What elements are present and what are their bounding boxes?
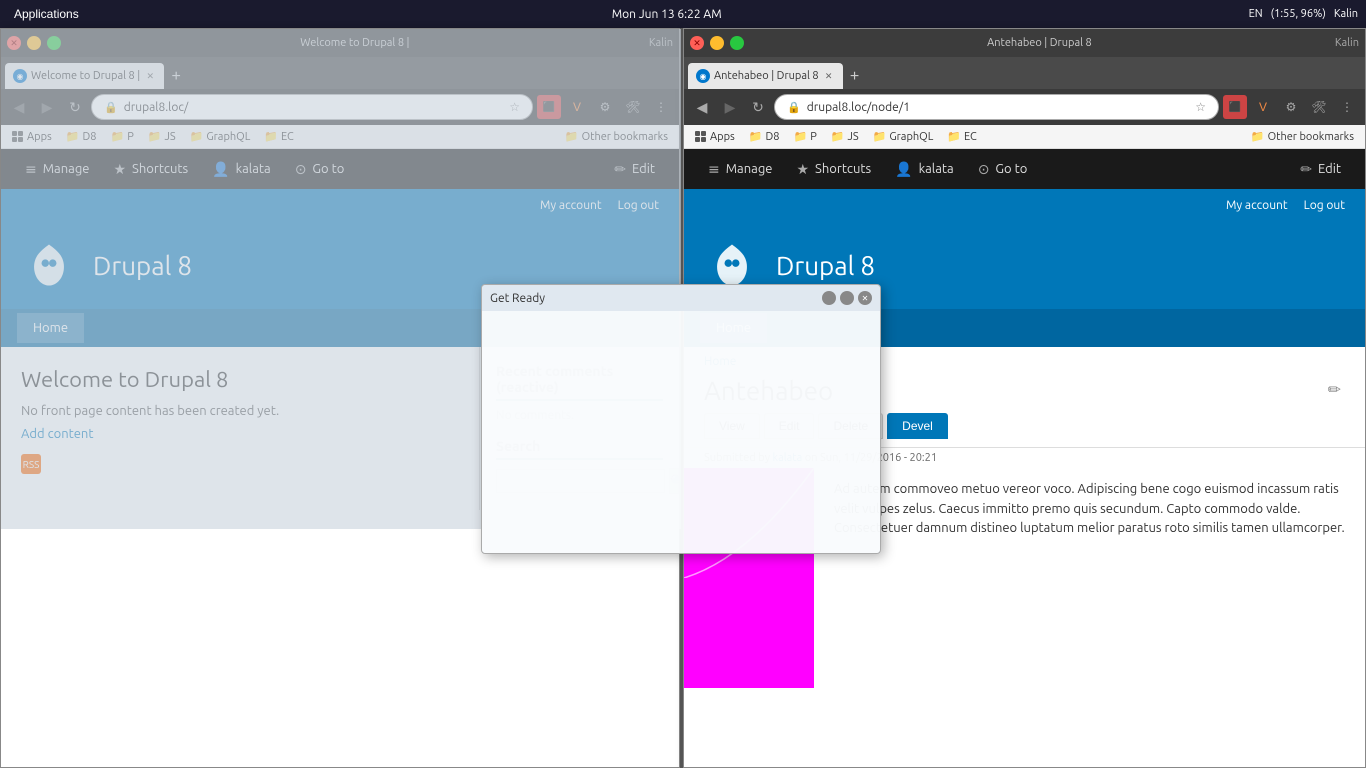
bookmark-star-right[interactable]: ☆: [1195, 100, 1206, 114]
battery-indicator: (1:55, 96%): [1271, 8, 1326, 20]
apps-grid-icon-right: [695, 131, 707, 143]
browser-window-left: ✕ Welcome to Drupal 8 | Kalin ◉ Welcome …: [0, 28, 680, 768]
admin-edit-right[interactable]: ✏ Edit: [1288, 149, 1353, 189]
window-title-right: Antehabeo | Drupal 8: [750, 37, 1329, 49]
modal-pin-button[interactable]: [822, 291, 836, 305]
node-body-paragraph: Ad autem commoveo metuo vereor voco. Adi…: [834, 480, 1345, 539]
bookmark-graphql-label-right: GraphQL: [889, 131, 933, 143]
address-input-right[interactable]: 🔒 drupal8.loc/node/1 ☆: [774, 94, 1219, 120]
admin-user-right[interactable]: 👤 kalata: [883, 149, 966, 189]
folder-icon-js-right: 📁: [831, 130, 845, 143]
keyboard-indicator: EN: [1249, 8, 1263, 20]
shortcuts-icon-right: ★: [796, 161, 809, 178]
admin-goto-label-right: Go to: [995, 162, 1027, 176]
address-bar-right: ◀ ▶ ↻ 🔒 drupal8.loc/node/1 ☆ ⬛ V ⚙ 🛠 ⋮: [684, 89, 1365, 125]
taskbar-left: Applications: [8, 5, 85, 23]
modal-body: [482, 311, 880, 553]
modal-close-button[interactable]: ✕: [858, 291, 872, 305]
settings-btn-right[interactable]: ⚙: [1279, 95, 1303, 119]
taskbar-clock: Mon Jun 13 6:22 AM: [612, 8, 722, 21]
bookmark-ec-right[interactable]: 📁 EC: [942, 128, 981, 145]
modal-title-text: Get Ready: [490, 292, 545, 305]
bookmark-other-right[interactable]: 📁 Other bookmarks: [1246, 128, 1359, 145]
taskbar-right: EN (1:55, 96%) Kalin: [1249, 8, 1358, 20]
tab-favicon-right: ◉: [696, 69, 710, 83]
admin-shortcuts-label-right: Shortcuts: [815, 162, 871, 176]
new-tab-button-right[interactable]: +: [843, 65, 867, 89]
admin-user-label-right: kalata: [919, 162, 954, 176]
folder-icon-p-right: 📁: [793, 130, 807, 143]
drupal-admin-bar-right: ≡ Manage ★ Shortcuts 👤 kalata ⊙ Go to ✏ …: [684, 149, 1365, 189]
devtools-btn-right[interactable]: 🛠: [1307, 95, 1331, 119]
admin-manage-label-right: Manage: [726, 162, 773, 176]
back-button-right[interactable]: ◀: [690, 95, 714, 119]
tab-close-right[interactable]: ✕: [823, 70, 835, 82]
tab-label-right: Antehabeo | Drupal 8: [714, 70, 819, 82]
forward-button-right[interactable]: ▶: [718, 95, 742, 119]
folder-icon-d8-right: 📁: [749, 130, 763, 143]
window-user-right: Kalin: [1335, 37, 1359, 49]
bookmark-js-label-right: JS: [847, 131, 858, 143]
admin-shortcuts-right[interactable]: ★ Shortcuts: [784, 149, 883, 189]
close-button-right[interactable]: ✕: [690, 36, 704, 50]
bookmark-apps-label-right: Apps: [710, 131, 735, 143]
chart-sq-4: [684, 635, 814, 688]
tab-bar-right: ◉ Antehabeo | Drupal 8 ✕ +: [684, 57, 1365, 89]
bookmark-other-label-right: Other bookmarks: [1268, 131, 1354, 143]
minimize-button-right[interactable]: [710, 36, 724, 50]
log-out-link-right[interactable]: Log out: [1296, 199, 1353, 212]
bookmark-p-label-right: P: [810, 131, 817, 143]
title-bar-right: ✕ Antehabeo | Drupal 8 Kalin: [684, 29, 1365, 57]
maximize-button-right[interactable]: [730, 36, 744, 50]
goto-icon-right: ⊙: [978, 161, 990, 178]
desktop: ✕ Welcome to Drupal 8 | Kalin ◉ Welcome …: [0, 28, 1366, 768]
modal-titlebar: Get Ready ✕: [482, 285, 880, 311]
site-name-right: Drupal 8: [776, 251, 875, 280]
admin-manage-right[interactable]: ≡ Manage: [696, 149, 784, 189]
datetime-label: Mon Jun 13 6:22 AM: [612, 8, 722, 21]
bookmark-graphql-right[interactable]: 📁 GraphQL: [868, 128, 939, 145]
vivaldi-btn-right[interactable]: V: [1251, 95, 1275, 119]
folder-icon-other-right: 📁: [1251, 130, 1265, 143]
extensions-btn-right[interactable]: ⬛: [1223, 95, 1247, 119]
reload-button-right[interactable]: ↻: [746, 95, 770, 119]
modal-controls: ✕: [822, 291, 872, 305]
more-btn-right[interactable]: ⋮: [1335, 95, 1359, 119]
admin-goto-right[interactable]: ⊙ Go to: [966, 149, 1040, 189]
edit-icon-right: ✏: [1300, 161, 1312, 178]
applications-menu-button[interactable]: Applications: [8, 5, 85, 23]
bookmarks-bar-right: Apps 📁 D8 📁 P 📁 JS 📁 GraphQL 📁 EC: [684, 125, 1365, 149]
bookmark-ec-label-right: EC: [964, 131, 977, 143]
lock-icon-right: 🔒: [787, 101, 801, 114]
modal-dialog: Get Ready ✕: [481, 284, 881, 554]
bookmark-apps-grid-right[interactable]: Apps: [690, 129, 740, 145]
edit-pencil-right[interactable]: ✏: [1324, 376, 1345, 404]
user-right-label: Kalin: [1334, 8, 1358, 20]
taskbar: Applications Mon Jun 13 6:22 AM EN (1:55…: [0, 0, 1366, 28]
bookmark-d8-label-right: D8: [766, 131, 780, 143]
drupal-secondary-nav-right: My account Log out: [684, 189, 1365, 221]
tab-devel[interactable]: Devel: [887, 413, 948, 439]
tab-drupal-right[interactable]: ◉ Antehabeo | Drupal 8 ✕: [688, 63, 843, 89]
folder-icon-graphql-right: 📁: [873, 130, 887, 143]
manage-icon-right: ≡: [708, 161, 720, 178]
my-account-link-right[interactable]: My account: [1218, 199, 1296, 212]
user-icon-right: 👤: [895, 161, 912, 178]
modal-minimize-button[interactable]: [840, 291, 854, 305]
url-text-right: drupal8.loc/node/1: [807, 101, 1190, 114]
bookmark-p-right[interactable]: 📁 P: [788, 128, 821, 145]
admin-edit-label-right: Edit: [1318, 162, 1341, 176]
bookmark-d8-right[interactable]: 📁 D8: [744, 128, 785, 145]
folder-icon-ec-right: 📁: [947, 130, 961, 143]
bookmark-js-right[interactable]: 📁 JS: [826, 128, 864, 145]
node-body-text: Ad autem commoveo metuo vereor voco. Adi…: [814, 468, 1365, 767]
